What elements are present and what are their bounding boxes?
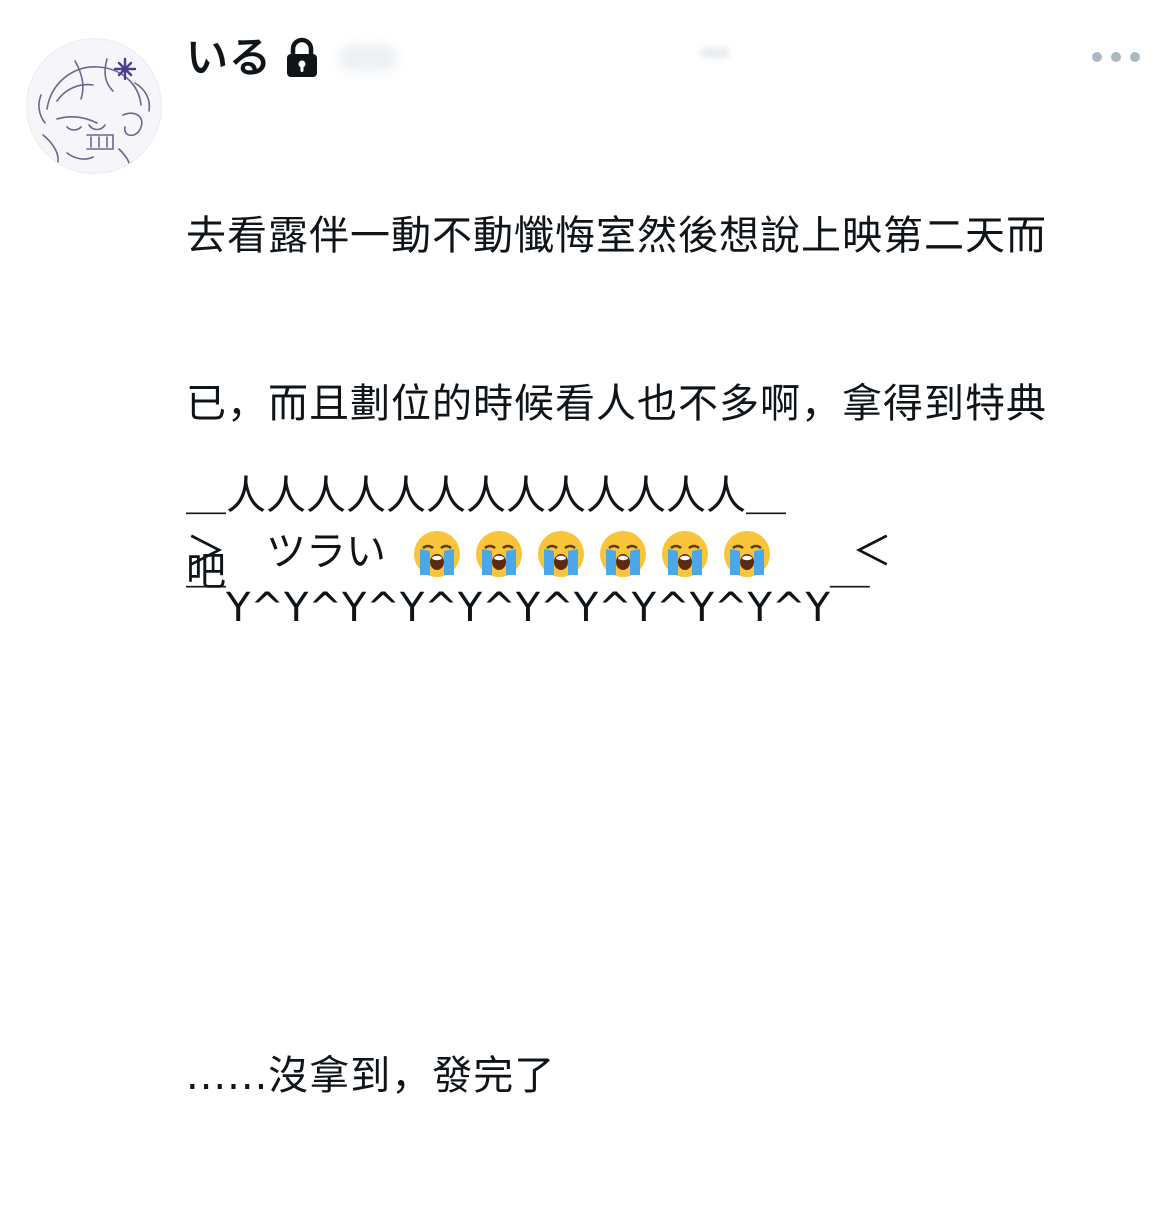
lock-icon — [284, 37, 320, 79]
loudly-crying-face-icon — [660, 529, 710, 579]
ascii-art-bottom: ￣Y^Y^Y^Y^Y^Y^Y^Y^Y^Y^Y￣ — [186, 585, 870, 631]
avatar-drawing — [38, 57, 151, 172]
post-text-line: ......沒拿到，發完了 — [186, 1053, 556, 1099]
redacted-timestamp — [700, 48, 730, 58]
loudly-crying-face-icon — [536, 529, 586, 579]
author-display-name[interactable]: いる — [186, 30, 272, 86]
more-horizontal-icon[interactable] — [1092, 46, 1140, 68]
ascii-art-top: ＿人人人人人人人人人人人人人＿ — [186, 473, 786, 519]
more-dot — [1130, 52, 1140, 62]
post-text-line: 去看露伴一動不動懺悔室然後想說上映第二天而 — [186, 213, 1047, 259]
emoji-row — [412, 528, 784, 580]
loudly-crying-face-icon — [412, 529, 462, 579]
redacted-handle — [338, 44, 399, 72]
loudly-crying-face-icon — [722, 529, 772, 579]
post-header: いる — [186, 30, 399, 86]
ascii-art-middle-left: ＞ ツラい — [186, 529, 386, 575]
post-text-line: 已，而且劃位的時候看人也不多啊，拿得到特典 — [186, 381, 1047, 427]
ascii-art-middle-right: ＜ — [852, 529, 892, 575]
loudly-crying-face-icon — [598, 529, 648, 579]
avatar[interactable] — [26, 38, 162, 174]
post: いる 去看露伴一動不動懺悔室然後想說上映第二天而 已，而且劃位的時候看人也不多啊… — [0, 0, 1170, 1099]
more-dot — [1111, 52, 1121, 62]
post-text: 去看露伴一動不動懺悔室然後想說上映第二天而 已，而且劃位的時候看人也不多啊，拿得… — [186, 96, 1146, 1216]
more-dot — [1092, 52, 1102, 62]
loudly-crying-face-icon — [474, 529, 524, 579]
